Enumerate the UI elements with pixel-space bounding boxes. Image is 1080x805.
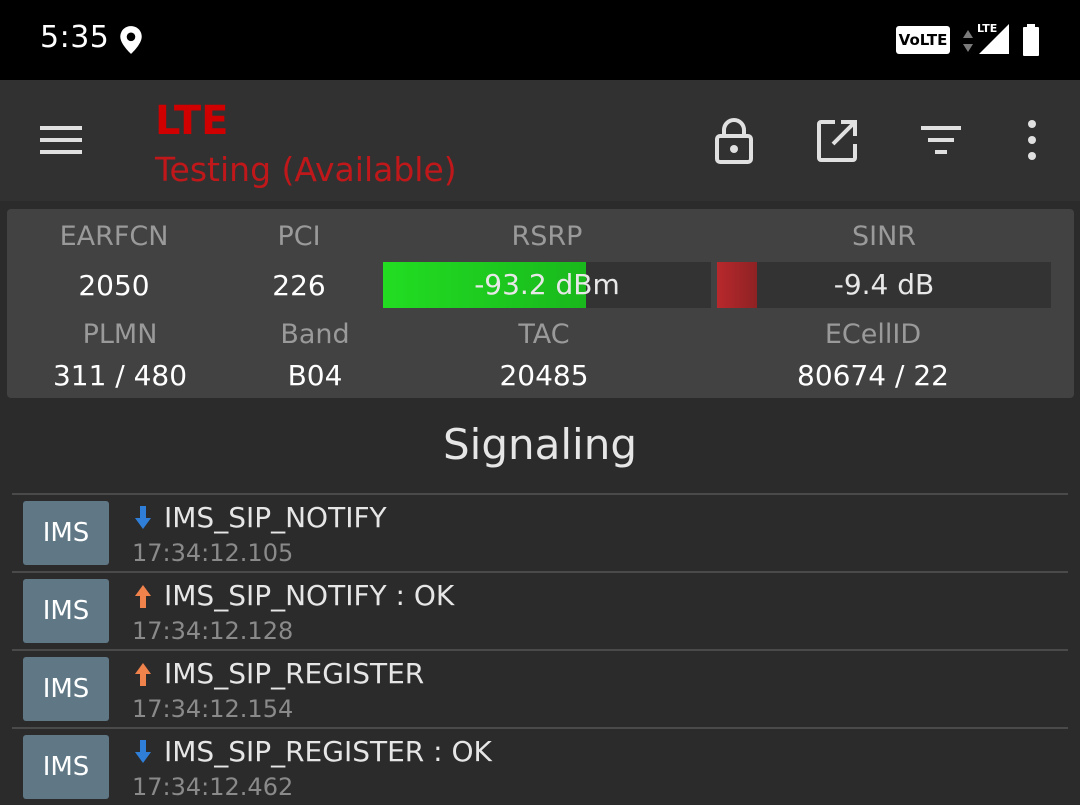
message-name: IMS_SIP_REGISTER : OK — [164, 735, 492, 768]
open-external-icon[interactable] — [815, 118, 859, 164]
sinr-meter: -9.4 dB — [717, 262, 1051, 308]
ecellid-value: 80674 / 22 — [797, 359, 949, 392]
more-vert-icon[interactable] — [1010, 118, 1054, 164]
location-icon — [120, 26, 142, 54]
plmn-label: PLMN — [82, 319, 158, 350]
message-time: 17:34:12.154 — [132, 695, 294, 723]
arrow-up-icon — [135, 663, 151, 686]
list-item[interactable]: IMS IMS_SIP_NOTIFY : OK 17:34:12.128 — [12, 571, 1068, 649]
filter-icon[interactable] — [919, 118, 963, 164]
sinr-label: SINR — [851, 221, 917, 252]
arrow-down-icon — [135, 506, 151, 529]
status-bar: 5:35 VoLTE LTE — [0, 0, 1080, 80]
band-label: Band — [280, 319, 350, 350]
message-name: IMS_SIP_NOTIFY — [164, 501, 387, 534]
message-time: 17:34:12.462 — [132, 773, 294, 801]
volte-badge: VoLTE — [896, 26, 950, 54]
app-bar: LTE Testing (Available) — [0, 80, 1080, 201]
menu-icon[interactable] — [40, 124, 82, 156]
message-time: 17:34:12.105 — [132, 539, 294, 567]
arrow-down-icon — [135, 740, 151, 763]
ims-badge: IMS — [23, 657, 109, 721]
rsrp-meter: -93.2 dBm — [383, 262, 711, 308]
earfcn-label: EARFCN — [59, 221, 169, 252]
message-name: IMS_SIP_REGISTER — [164, 657, 425, 690]
list-item[interactable]: IMS IMS_SIP_NOTIFY 17:34:12.105 — [12, 493, 1068, 571]
pci-label: PCI — [277, 221, 321, 252]
status-time: 5:35 — [40, 20, 110, 55]
list-item[interactable]: IMS IMS_SIP_REGISTER : OK 17:34:12.462 — [12, 727, 1068, 805]
cell-info-panel: EARFCN 2050 PCI 226 RSRP -93.2 dBm SINR … — [7, 209, 1074, 398]
message-time: 17:34:12.128 — [132, 617, 294, 645]
ecellid-label: ECellID — [824, 319, 922, 350]
list-item[interactable]: IMS IMS_SIP_REGISTER 17:34:12.154 — [12, 649, 1068, 727]
tac-value: 20485 — [499, 359, 589, 392]
plmn-value: 311 / 480 — [52, 359, 188, 392]
app-subtitle: Testing (Available) — [155, 150, 457, 189]
data-arrows-icon — [963, 30, 973, 52]
pci-value: 226 — [272, 269, 326, 302]
message-name: IMS_SIP_NOTIFY : OK — [164, 579, 455, 612]
app-title: LTE — [155, 98, 229, 144]
signaling-title: Signaling — [443, 420, 637, 469]
sinr-value: -9.4 dB — [833, 268, 935, 301]
tac-label: TAC — [518, 319, 570, 350]
ims-badge: IMS — [23, 501, 109, 565]
rsrp-label: RSRP — [511, 221, 583, 252]
ims-badge: IMS — [23, 735, 109, 799]
signaling-list: IMS IMS_SIP_NOTIFY 17:34:12.105 IMS IMS_… — [12, 493, 1068, 805]
band-value: B04 — [287, 359, 343, 392]
battery-icon — [1023, 24, 1039, 56]
lock-icon[interactable] — [712, 118, 756, 164]
rsrp-value: -93.2 dBm — [474, 268, 620, 301]
arrow-up-icon — [135, 585, 151, 608]
network-type: LTE — [977, 22, 998, 35]
earfcn-value: 2050 — [78, 269, 150, 302]
ims-badge: IMS — [23, 579, 109, 643]
